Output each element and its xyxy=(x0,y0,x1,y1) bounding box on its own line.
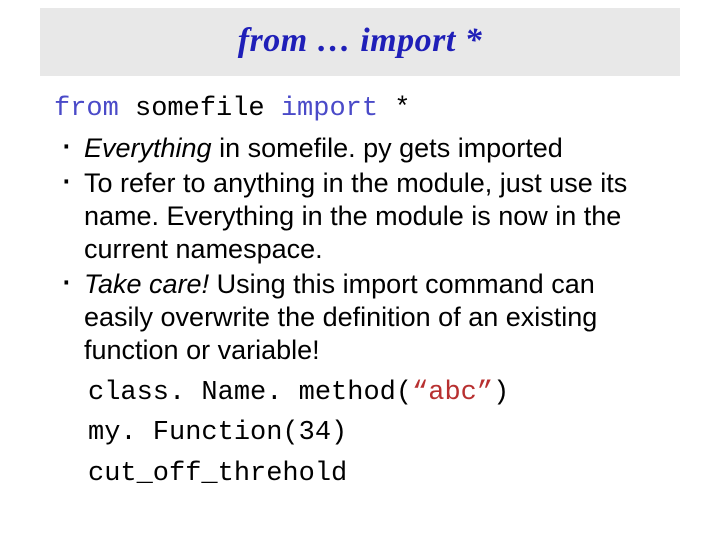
bullet-item: To refer to anything in the module, just… xyxy=(54,167,666,266)
example-block: class. Name. method(“abc”) my. Function(… xyxy=(54,373,666,495)
example-line: class. Name. method(“abc”) xyxy=(88,373,666,414)
bullet-item: Take care! Using this import command can… xyxy=(54,268,666,367)
example-line: my. Function(34) xyxy=(88,413,666,454)
bullet-item: Everything in somefile. py gets imported xyxy=(54,132,666,165)
code-import-line: from somefile import * xyxy=(54,94,666,124)
slide-title-bar: from … import * xyxy=(40,8,680,76)
slide-title: from … import * xyxy=(40,22,680,60)
example-line: cut_off_threhold xyxy=(88,454,666,495)
bullet-list: Everything in somefile. py gets imported… xyxy=(54,132,666,367)
slide-content: from somefile import * Everything in som… xyxy=(0,94,720,494)
